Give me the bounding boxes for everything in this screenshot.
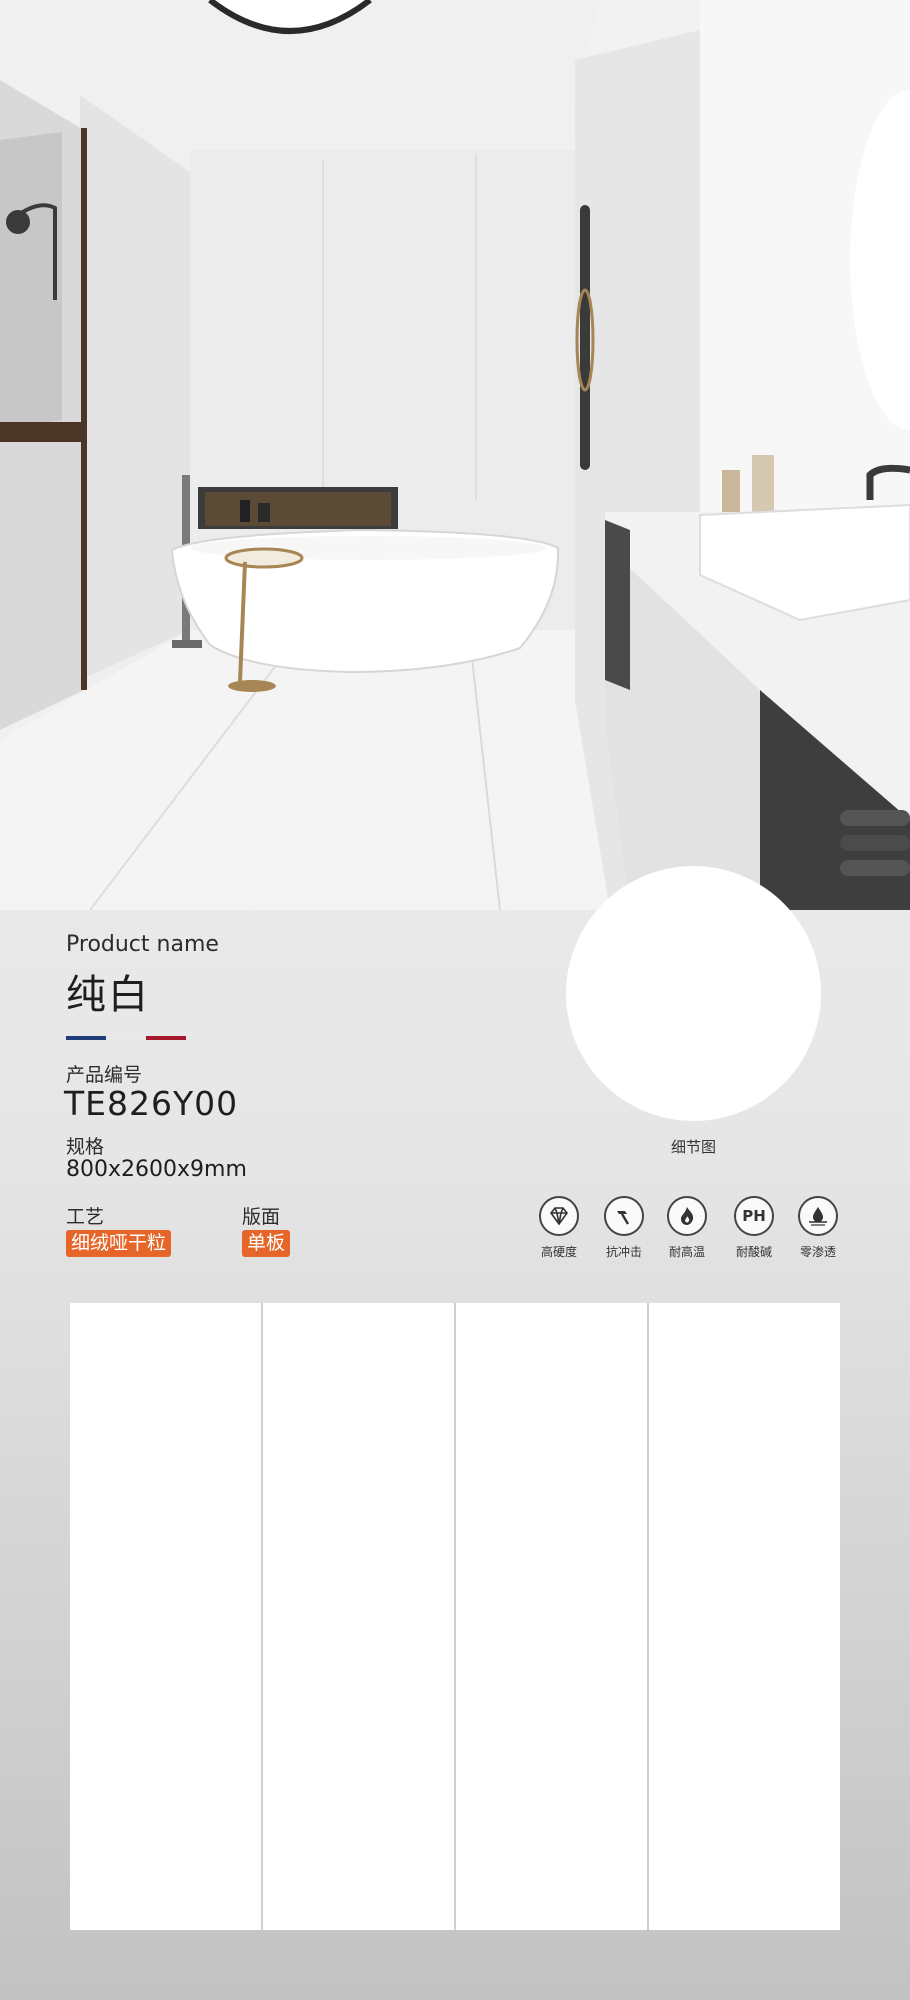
- hammer-icon: [604, 1196, 644, 1236]
- hero-bathroom-image: [0, 0, 910, 910]
- surface-tag: 单板: [242, 1230, 291, 1257]
- craft-label: 工艺: [66, 1206, 105, 1228]
- feature-acid-alkali: PH 耐酸碱: [722, 1196, 786, 1260]
- diamond-icon: [539, 1196, 579, 1236]
- feature-label: 耐酸碱: [735, 1245, 772, 1259]
- feature-label: 耐高温: [668, 1245, 705, 1259]
- product-name-label: Product name: [66, 932, 219, 957]
- water-drop-icon: [798, 1196, 838, 1236]
- slab-panel: [647, 1303, 840, 1930]
- slab-panel: [454, 1303, 647, 1930]
- craft-tag: 细绒哑干粒: [66, 1230, 172, 1257]
- feature-label: 高硬度: [540, 1245, 577, 1259]
- feature-heat-resistance: 耐高温: [655, 1196, 719, 1260]
- surface-label: 版面: [242, 1206, 281, 1228]
- slab-panel: [261, 1303, 454, 1930]
- product-code-label: 产品编号: [66, 1064, 143, 1086]
- feature-zero-permeability: 零渗透: [786, 1196, 850, 1260]
- spec-value: 800x2600x9mm: [66, 1157, 247, 1182]
- ph-icon-text: PH: [742, 1207, 766, 1225]
- feature-hardness: 高硬度: [527, 1196, 591, 1260]
- slab-panel: [70, 1303, 261, 1930]
- ph-icon: PH: [734, 1196, 774, 1236]
- flag-stripe-blue: [66, 1036, 106, 1040]
- spec-label: 规格: [66, 1136, 105, 1158]
- flag-stripe-red: [146, 1036, 186, 1040]
- feature-label: 零渗透: [799, 1245, 836, 1259]
- slab-preview: [70, 1303, 840, 1930]
- feature-label: 抗冲击: [605, 1245, 642, 1259]
- bathroom-scene-illustration: [0, 0, 910, 910]
- feature-impact: 抗冲击: [592, 1196, 656, 1260]
- product-code: TE826Y00: [64, 1084, 239, 1123]
- detail-caption: 细节图: [671, 1138, 717, 1156]
- flame-icon: [667, 1196, 707, 1236]
- flag-stripe-white: [106, 1036, 146, 1040]
- product-name: 纯白: [66, 972, 150, 1018]
- detail-image: [566, 866, 821, 1121]
